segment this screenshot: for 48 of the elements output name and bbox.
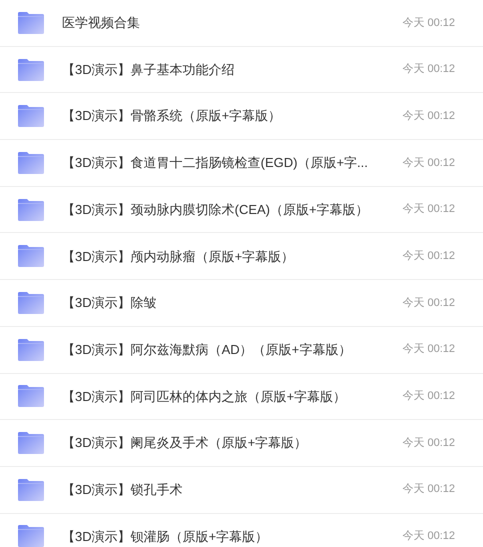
folder-icon [18,152,44,174]
folder-icon [18,292,44,314]
folder-icon [18,432,44,454]
modified-time: 今天 00:12 [402,529,455,544]
modified-time: 今天 00:12 [402,482,455,498]
folder-icon [18,338,44,361]
modified-time: 今天 00:12 [402,108,455,124]
modified-time: 今天 00:12 [402,296,455,311]
folder-icon [18,245,44,268]
folder-name: 【3D演示】鼻子基本功能介绍 [62,60,236,79]
folder-row[interactable]: 【3D演示】阿尔兹海默病（AD）（原版+字幕版） 今天 00:12 [0,326,483,374]
folder-icon [18,478,44,501]
folder-row[interactable]: 【3D演示】钡灌肠（原版+字幕版） 今天 00:12 [0,514,483,547]
folder-row[interactable]: 【3D演示】锁孔手术 今天 00:12 [0,466,483,514]
modified-time: 今天 00:12 [402,249,455,264]
modified-time: 今天 00:12 [402,202,455,218]
modified-time: 今天 00:12 [402,342,455,358]
folder-name: 【3D演示】除皱 [62,294,158,312]
folder-icon [18,12,44,34]
modified-time: 今天 00:12 [402,389,455,404]
folder-row[interactable]: 【3D演示】鼻子基本功能介绍 今天 00:12 [0,46,483,94]
folder-name: 【3D演示】阿司匹林的体内之旅（原版+字幕版） [62,388,348,406]
modified-time: 今天 00:12 [402,62,455,78]
folder-row[interactable]: 【3D演示】阿司匹林的体内之旅（原版+字幕版） 今天 00:12 [0,374,483,420]
folder-name: 【3D演示】颅内动脉瘤（原版+字幕版） [62,248,296,266]
folder-row[interactable]: 【3D演示】颅内动脉瘤（原版+字幕版） 今天 00:12 [0,233,483,280]
folder-name: 【3D演示】骨骼系统（原版+字幕版） [62,107,282,126]
modified-time: 今天 00:12 [402,156,455,171]
folder-name: 【3D演示】阿尔兹海默病（AD）（原版+字幕版） [62,340,352,359]
folder-name: 【3D演示】钡灌肠（原版+字幕版） [62,528,270,546]
folder-row[interactable]: 【3D演示】颈动脉内膜切除术(CEA)（原版+字幕版） 今天 00:12 [0,186,483,234]
folder-name: 【3D演示】阑尾炎及手术（原版+字幕版） [62,434,308,452]
folder-name: 【3D演示】食道胃十二指肠镜检查(EGD)（原版+字... [62,154,369,172]
folder-icon [18,385,44,408]
folder-row[interactable]: 【3D演示】食道胃十二指肠镜检查(EGD)（原版+字... 今天 00:12 [0,140,483,187]
folder-name: 【3D演示】颈动脉内膜切除术(CEA)（原版+字幕版） [62,200,370,219]
folder-row[interactable]: 【3D演示】阑尾炎及手术（原版+字幕版） 今天 00:12 [0,420,483,467]
folder-icon [18,525,44,547]
folder-icon [18,198,44,221]
folder-row[interactable]: 医学视频合集 今天 00:12 [0,0,483,47]
folder-icon [18,58,44,81]
modified-time: 今天 00:12 [402,16,455,31]
folder-name: 【3D演示】锁孔手术 [62,480,184,499]
modified-time: 今天 00:12 [402,436,455,451]
folder-row[interactable]: 【3D演示】骨骼系统（原版+字幕版） 今天 00:12 [0,93,483,140]
folder-icon [18,105,44,128]
folder-name: 医学视频合集 [62,14,141,32]
folder-row[interactable]: 【3D演示】除皱 今天 00:12 [0,280,483,327]
